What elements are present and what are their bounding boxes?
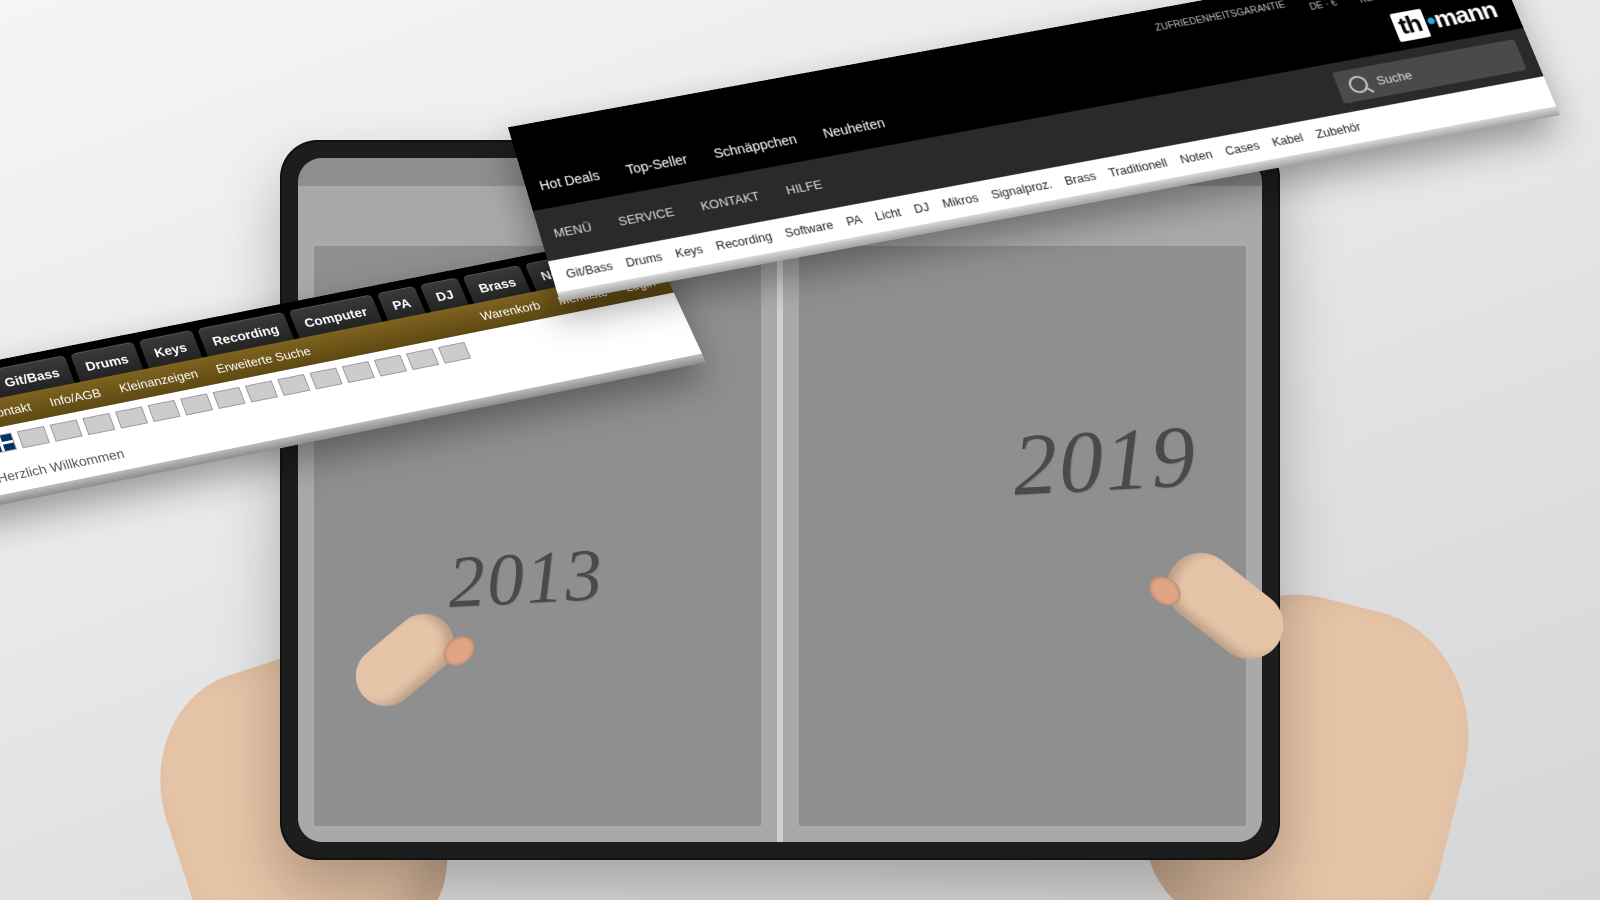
- hilfe-link[interactable]: HILFE: [784, 177, 824, 197]
- nav2019-category-link[interactable]: Zubehör: [1314, 120, 1363, 141]
- nav2019-category-link[interactable]: Drums: [624, 250, 664, 270]
- nav2019-category-link[interactable]: Recording: [714, 230, 773, 253]
- nav2019-category-link[interactable]: Mikros: [940, 191, 980, 210]
- service-link[interactable]: SERVICE: [616, 205, 675, 229]
- flag-icon[interactable]: [277, 374, 310, 396]
- navbar-2013: HomeGit/BassDrumsKeysRecordingComputerPA…: [0, 360, 740, 513]
- flag-icon[interactable]: [245, 380, 278, 402]
- nav2019-primary-link[interactable]: Neuheiten: [821, 115, 887, 141]
- nav2019-category-link[interactable]: Signalproz.: [989, 178, 1054, 202]
- nav2019-category-link[interactable]: DJ: [912, 201, 931, 216]
- nav2019-category-link[interactable]: Noten: [1178, 148, 1215, 166]
- flag-icon[interactable]: [406, 348, 439, 370]
- year-label-2019: 2019: [1010, 406, 1199, 516]
- flag-icon[interactable]: [82, 413, 115, 435]
- flag-icon[interactable]: [212, 387, 245, 409]
- nav2019-category-link[interactable]: Keys: [674, 243, 705, 261]
- flag-icon[interactable]: [115, 406, 148, 428]
- flag-icon[interactable]: [148, 400, 181, 422]
- utility-locale[interactable]: DE · €: [1302, 0, 1338, 13]
- nav2019-category-link[interactable]: Software: [783, 218, 835, 240]
- nav2013-sublink[interactable]: Info/AGB: [48, 386, 103, 409]
- nav2019-category-link[interactable]: PA: [844, 213, 863, 229]
- scene: 2013 2019 HomeGit/BassDrumsKeysRecording…: [0, 0, 1600, 900]
- nav2019-category-link[interactable]: Licht: [873, 206, 903, 223]
- year-label-2013: 2013: [446, 533, 606, 626]
- nav2019-category-link[interactable]: Cases: [1223, 139, 1261, 158]
- nav2019-primary-link[interactable]: Hot Deals: [537, 167, 601, 192]
- flag-icon[interactable]: [342, 361, 375, 383]
- flag-icon[interactable]: [50, 419, 83, 441]
- flag-icon[interactable]: [309, 368, 342, 390]
- search-icon: [1346, 74, 1371, 94]
- nav2019-primary-link[interactable]: Schnäppchen: [712, 131, 799, 161]
- flag-icon[interactable]: [374, 355, 407, 377]
- panel-2019-content: [799, 246, 1246, 826]
- flag-icon[interactable]: [17, 426, 50, 448]
- nav2019-category-link[interactable]: Git/Bass: [564, 259, 614, 281]
- nav2019-category-link[interactable]: Kabel: [1270, 131, 1305, 149]
- kontakt-link[interactable]: KONTAKT: [699, 189, 762, 213]
- nav2019-primary-link[interactable]: Top-Seller: [624, 151, 689, 177]
- nav2013-sublink-right[interactable]: Warenkorb: [478, 298, 542, 323]
- nav2019-category-link[interactable]: Brass: [1063, 170, 1098, 188]
- search-label: Suche: [1374, 68, 1414, 88]
- flag-icon[interactable]: [438, 342, 471, 364]
- navbar-2019: ZUFRIEDENHEITSGARANTIE DE · € Kundencent…: [560, 110, 1600, 302]
- flag-icon[interactable]: [180, 393, 213, 415]
- nav2013-sublink[interactable]: Kontakt: [0, 400, 33, 422]
- menu-link[interactable]: MENÜ: [552, 220, 593, 241]
- nav2019-category-link[interactable]: Traditionell: [1107, 156, 1170, 179]
- flag-icon[interactable]: [0, 433, 17, 455]
